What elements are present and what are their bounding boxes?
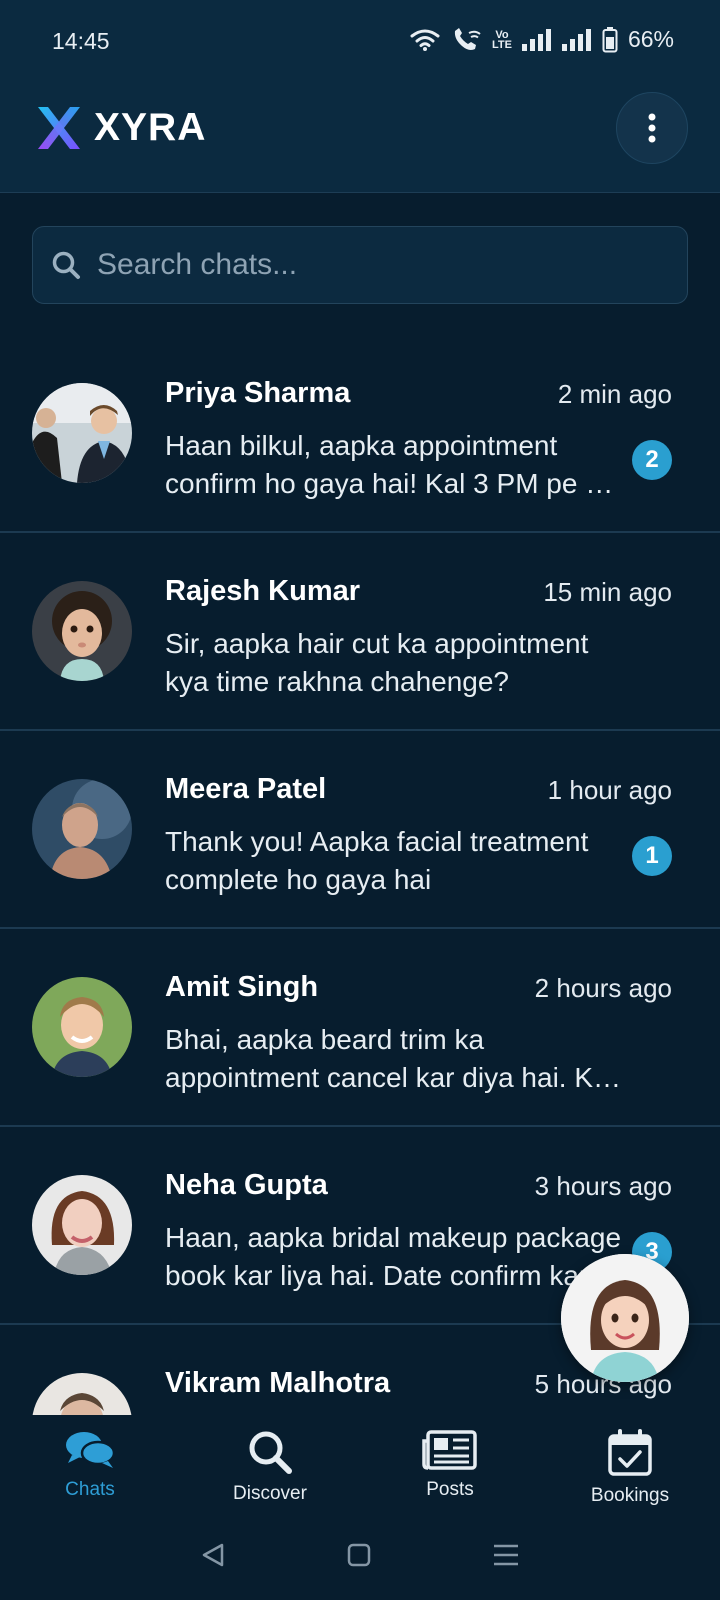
chat-preview: Thank you! Aapka facial treatment comple… xyxy=(165,826,589,895)
signal-icon xyxy=(521,28,551,51)
more-options-button[interactable] xyxy=(616,92,688,164)
chat-item-amit-singh[interactable]: Amit Singh 2 hours ago Bhai, aapka beard… xyxy=(0,929,720,1127)
calendar-check-icon xyxy=(608,1429,652,1476)
xyra-logo-icon xyxy=(38,107,80,149)
chat-name: Neha Gupta xyxy=(165,1169,328,1201)
status-icons: Vo LTE 66% xyxy=(410,26,674,53)
wifi-calling-icon xyxy=(454,27,481,50)
app-header: 14:45 Vo LTE 66% XYRA xyxy=(0,0,720,193)
chat-name: Amit Singh xyxy=(165,971,319,1003)
recents-icon[interactable] xyxy=(492,1542,520,1568)
signal-icon xyxy=(561,28,591,51)
unread-badge: 1 xyxy=(632,836,672,876)
volte-indicator: Vo LTE xyxy=(491,28,512,51)
tab-label: Chats xyxy=(65,1479,115,1500)
search-icon xyxy=(51,250,81,280)
avatar xyxy=(32,1175,132,1275)
chat-list: Priya Sharma 2 min ago Haan bilkul, aapk… xyxy=(0,335,720,1415)
assistant-avatar-button[interactable] xyxy=(561,1254,689,1382)
avatar xyxy=(32,383,132,483)
search-input[interactable] xyxy=(97,248,687,282)
tab-label: Discover xyxy=(233,1483,307,1504)
chat-preview: Haan, aapka bridal makeup package book k… xyxy=(165,1222,625,1291)
chat-name: Priya Sharma xyxy=(165,377,351,409)
tab-label: Posts xyxy=(426,1479,474,1500)
tab-bookings[interactable]: Bookings xyxy=(540,1415,720,1510)
avatar xyxy=(32,977,132,1077)
brand: XYRA xyxy=(34,103,206,153)
newspaper-icon xyxy=(422,1430,477,1470)
chat-item-priya-sharma[interactable]: Priya Sharma 2 min ago Haan bilkul, aapk… xyxy=(0,335,720,533)
unread-badge: 2 xyxy=(632,440,672,480)
more-vertical-icon xyxy=(648,113,656,143)
wifi-icon xyxy=(410,29,440,51)
tab-chats[interactable]: Chats xyxy=(0,1415,180,1510)
chat-time: 1 hour ago xyxy=(547,775,672,805)
avatar xyxy=(32,581,132,681)
tab-label: Bookings xyxy=(590,1485,670,1506)
search-icon xyxy=(249,1431,292,1474)
bottom-nav: Chats Discover Posts Bookings xyxy=(0,1415,720,1510)
chat-preview: Bhai, aapka beard trim ka appointment ca… xyxy=(165,1024,615,1093)
chat-name: Meera Patel xyxy=(165,773,327,805)
battery-level: 66% xyxy=(627,26,674,52)
chat-bubbles-icon xyxy=(66,1432,116,1468)
tab-discover[interactable]: Discover xyxy=(180,1415,360,1510)
chat-name: Rajesh Kumar xyxy=(165,575,361,607)
chat-name: Vikram Malhotra xyxy=(165,1367,391,1399)
chat-time: 15 min ago xyxy=(543,577,672,607)
status-bar: 14:45 Vo LTE 66% xyxy=(0,0,720,84)
avatar xyxy=(32,1373,132,1415)
chat-item-rajesh-kumar[interactable]: Rajesh Kumar 15 min ago Sir, aapka hair … xyxy=(0,533,720,731)
back-icon[interactable] xyxy=(200,1542,226,1568)
chat-time: 3 hours ago xyxy=(534,1171,672,1201)
volte-bottom-label: LTE xyxy=(491,38,512,51)
home-icon[interactable] xyxy=(346,1542,372,1568)
system-nav-bar xyxy=(0,1510,720,1600)
chat-preview: Sir, aapka hair cut ka appointment kya t… xyxy=(165,628,589,697)
avatar xyxy=(32,779,132,879)
app-title: XYRA xyxy=(94,106,207,149)
status-time: 14:45 xyxy=(52,28,110,54)
chat-time: 2 hours ago xyxy=(534,973,672,1003)
chat-time: 2 min ago xyxy=(557,379,672,409)
battery-icon xyxy=(602,26,618,52)
search-bar[interactable] xyxy=(32,226,688,304)
chat-item-meera-patel[interactable]: Meera Patel 1 hour ago Thank you! Aapka … xyxy=(0,731,720,929)
volte-top-label: Vo xyxy=(495,28,509,41)
chat-preview: Haan bilkul, aapka appointment confirm h… xyxy=(165,430,617,499)
tab-posts[interactable]: Posts xyxy=(360,1415,540,1510)
